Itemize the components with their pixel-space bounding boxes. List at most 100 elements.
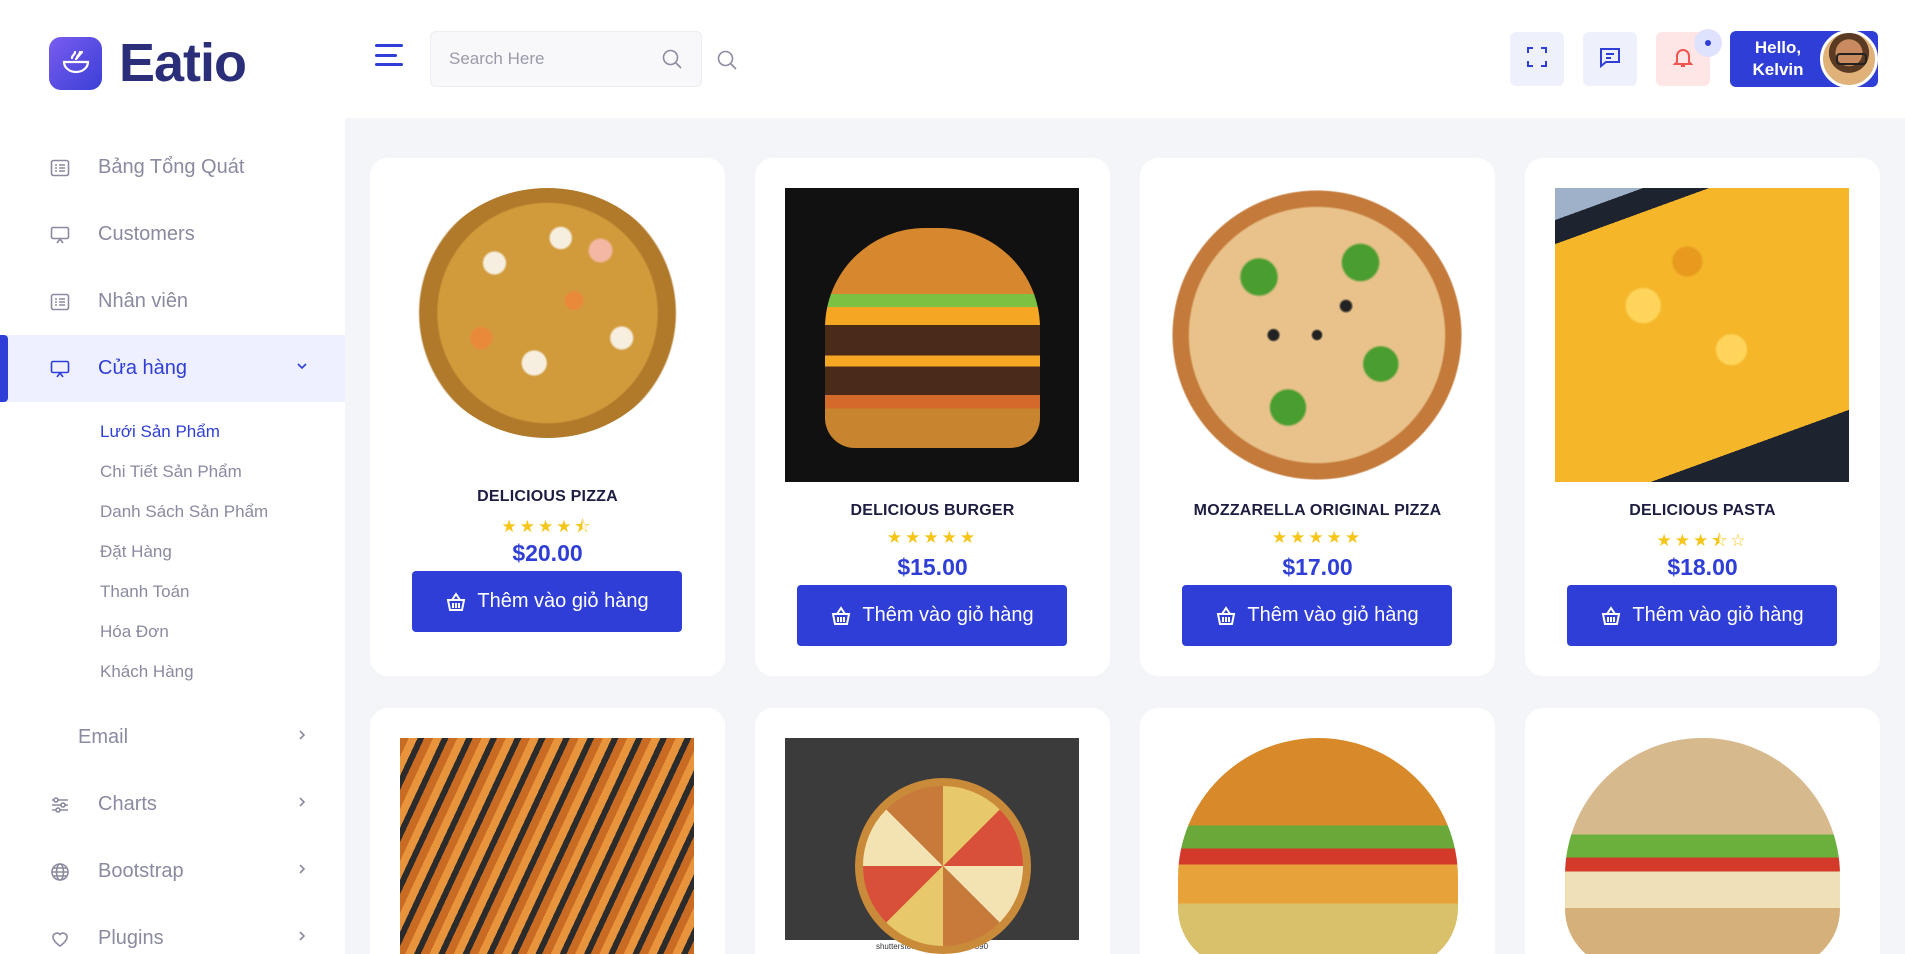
product-image[interactable] xyxy=(1555,738,1849,954)
store-icon xyxy=(49,358,71,380)
add-to-cart-button[interactable]: Thêm vào giỏ hàng xyxy=(797,585,1067,646)
search-box xyxy=(430,31,702,87)
brand-logo-icon xyxy=(49,36,102,90)
product-image[interactable] xyxy=(1170,188,1464,482)
product-card xyxy=(370,708,725,954)
basket-icon xyxy=(1602,605,1621,625)
sidebar: Eatio Bảng Tổng Quát Customers Nhân viên… xyxy=(0,0,345,954)
sidebar-item-label: Customers xyxy=(98,223,195,245)
add-to-cart-label: Thêm vào giỏ hàng xyxy=(862,604,1034,626)
product-name[interactable]: MOZZARELLA ORIGINAL PIZZA xyxy=(1140,502,1495,520)
heart-icon xyxy=(49,928,71,950)
add-to-cart-button[interactable]: Thêm vào giỏ hàng xyxy=(412,571,682,632)
product-grid: DELICIOUS PIZZA ★★★★⯪ $20.00 Thêm vào gi… xyxy=(345,118,1905,954)
product-card: shutterstock.com · 1782087590 xyxy=(755,708,1110,954)
submenu-item-product-list[interactable]: Danh Sách Sản Phẩm xyxy=(0,492,345,532)
product-name[interactable]: DELICIOUS PASTA xyxy=(1525,502,1880,520)
product-image[interactable]: shutterstock.com · 1782087590 xyxy=(785,738,1079,954)
user-name: Kelvin xyxy=(1752,60,1804,79)
chevron-right-icon xyxy=(295,862,309,881)
globe-icon xyxy=(49,861,71,883)
search-icon[interactable] xyxy=(661,48,683,75)
fullscreen-button[interactable] xyxy=(1510,32,1564,86)
product-price: $15.00 xyxy=(897,554,968,580)
product-image[interactable] xyxy=(1170,738,1464,954)
product-price: $20.00 xyxy=(512,540,583,566)
product-card: DELICIOUS BURGER ★★★★★ $15.00 Thêm vào g… xyxy=(755,158,1110,676)
product-name[interactable]: DELICIOUS BURGER xyxy=(755,502,1110,520)
submenu-item-orders[interactable]: Đặt Hàng xyxy=(0,532,345,572)
sidebar-item-label: Email xyxy=(78,726,129,748)
submenu-item-checkout[interactable]: Thanh Toán xyxy=(0,572,345,612)
avatar[interactable] xyxy=(1820,30,1878,88)
add-to-cart-label: Thêm vào giỏ hàng xyxy=(1632,604,1804,626)
sidebar-item-label: Cửa hàng xyxy=(98,357,188,379)
basket-icon xyxy=(447,591,466,611)
user-greeting: Hello, Kelvin xyxy=(1748,37,1808,81)
product-image[interactable] xyxy=(1555,188,1849,482)
customers-icon xyxy=(49,224,71,246)
add-to-cart-label: Thêm vào giỏ hàng xyxy=(1247,604,1419,626)
sidebar-item-label: Bootstrap xyxy=(98,860,184,882)
chevron-right-icon xyxy=(295,795,309,814)
product-price: $17.00 xyxy=(1282,554,1353,580)
employees-icon xyxy=(49,291,71,313)
sidebar-item-bootstrap[interactable]: Bootstrap xyxy=(0,838,345,905)
add-to-cart-button[interactable]: Thêm vào giỏ hàng xyxy=(1182,585,1452,646)
user-menu[interactable]: Hello, Kelvin xyxy=(1730,30,1878,88)
rating-stars: ★★★⯪☆ xyxy=(1656,531,1749,550)
chevron-right-icon xyxy=(295,728,309,747)
notifications-button[interactable] xyxy=(1656,29,1722,86)
chevron-right-icon xyxy=(295,929,309,948)
top-header: Hello, Kelvin xyxy=(345,0,1905,118)
chevron-down-icon xyxy=(295,359,309,378)
sidebar-item-email[interactable]: Email xyxy=(0,704,345,771)
submenu-item-product-detail[interactable]: Chi Tiết Sản Phẩm xyxy=(0,452,345,492)
product-image[interactable] xyxy=(785,188,1079,482)
fullscreen-icon xyxy=(1525,45,1549,74)
sidebar-item-store[interactable]: Cửa hàng xyxy=(0,335,345,402)
product-card: DELICIOUS PIZZA ★★★★⯪ $20.00 Thêm vào gi… xyxy=(370,158,725,676)
add-to-cart-label: Thêm vào giỏ hàng xyxy=(477,590,649,612)
image-credit: shutterstock.com · 1782087590 xyxy=(785,940,1079,954)
bell-icon xyxy=(1671,45,1695,74)
sidebar-item-dashboard[interactable]: Bảng Tổng Quát xyxy=(0,134,345,201)
dashboard-icon xyxy=(49,157,71,179)
product-card: DELICIOUS PASTA ★★★⯪☆ $18.00 Thêm vào gi… xyxy=(1525,158,1880,676)
hamburger-menu-icon[interactable] xyxy=(375,44,403,66)
greeting-line: Hello, xyxy=(1754,38,1802,57)
product-card xyxy=(1525,708,1880,954)
rating-stars: ★★★★★ xyxy=(1271,528,1364,547)
sidebar-item-charts[interactable]: Charts xyxy=(0,771,345,838)
product-card xyxy=(1140,708,1495,954)
notification-dot xyxy=(1694,29,1722,57)
submenu-item-invoice[interactable]: Hóa Đơn xyxy=(0,612,345,652)
brand[interactable]: Eatio xyxy=(49,32,247,94)
basket-icon xyxy=(832,605,851,625)
product-card: MOZZARELLA ORIGINAL PIZZA ★★★★★ $17.00 T… xyxy=(1140,158,1495,676)
sidebar-item-label: Nhân viên xyxy=(98,290,189,312)
search-icon[interactable] xyxy=(716,49,738,76)
messages-button[interactable] xyxy=(1583,32,1637,86)
sidebar-item-label: Charts xyxy=(98,793,157,815)
submenu-item-customers[interactable]: Khách Hàng xyxy=(0,652,345,692)
product-image[interactable] xyxy=(400,738,694,954)
basket-icon xyxy=(1217,605,1236,625)
submenu-item-product-grid[interactable]: Lưới Sản Phẩm xyxy=(0,412,345,452)
search-input[interactable] xyxy=(449,49,649,69)
sidebar-nav: Bảng Tổng Quát Customers Nhân viên Cửa h… xyxy=(0,134,345,954)
sidebar-item-label: Bảng Tổng Quát xyxy=(98,156,245,178)
add-to-cart-button[interactable]: Thêm vào giỏ hàng xyxy=(1567,585,1837,646)
brand-name: Eatio xyxy=(119,33,247,93)
sliders-icon xyxy=(49,794,71,816)
sidebar-item-label: Plugins xyxy=(98,927,164,949)
store-submenu: Lưới Sản Phẩm Chi Tiết Sản Phẩm Danh Sác… xyxy=(0,402,345,704)
sidebar-item-employees[interactable]: Nhân viên xyxy=(0,268,345,335)
product-image[interactable] xyxy=(400,188,694,482)
product-price: $18.00 xyxy=(1667,554,1738,580)
sidebar-item-plugins[interactable]: Plugins xyxy=(0,905,345,954)
sidebar-item-customers[interactable]: Customers xyxy=(0,201,345,268)
rating-stars: ★★★★★ xyxy=(886,528,979,547)
chat-icon xyxy=(1598,45,1622,74)
product-name[interactable]: DELICIOUS PIZZA xyxy=(370,488,725,506)
